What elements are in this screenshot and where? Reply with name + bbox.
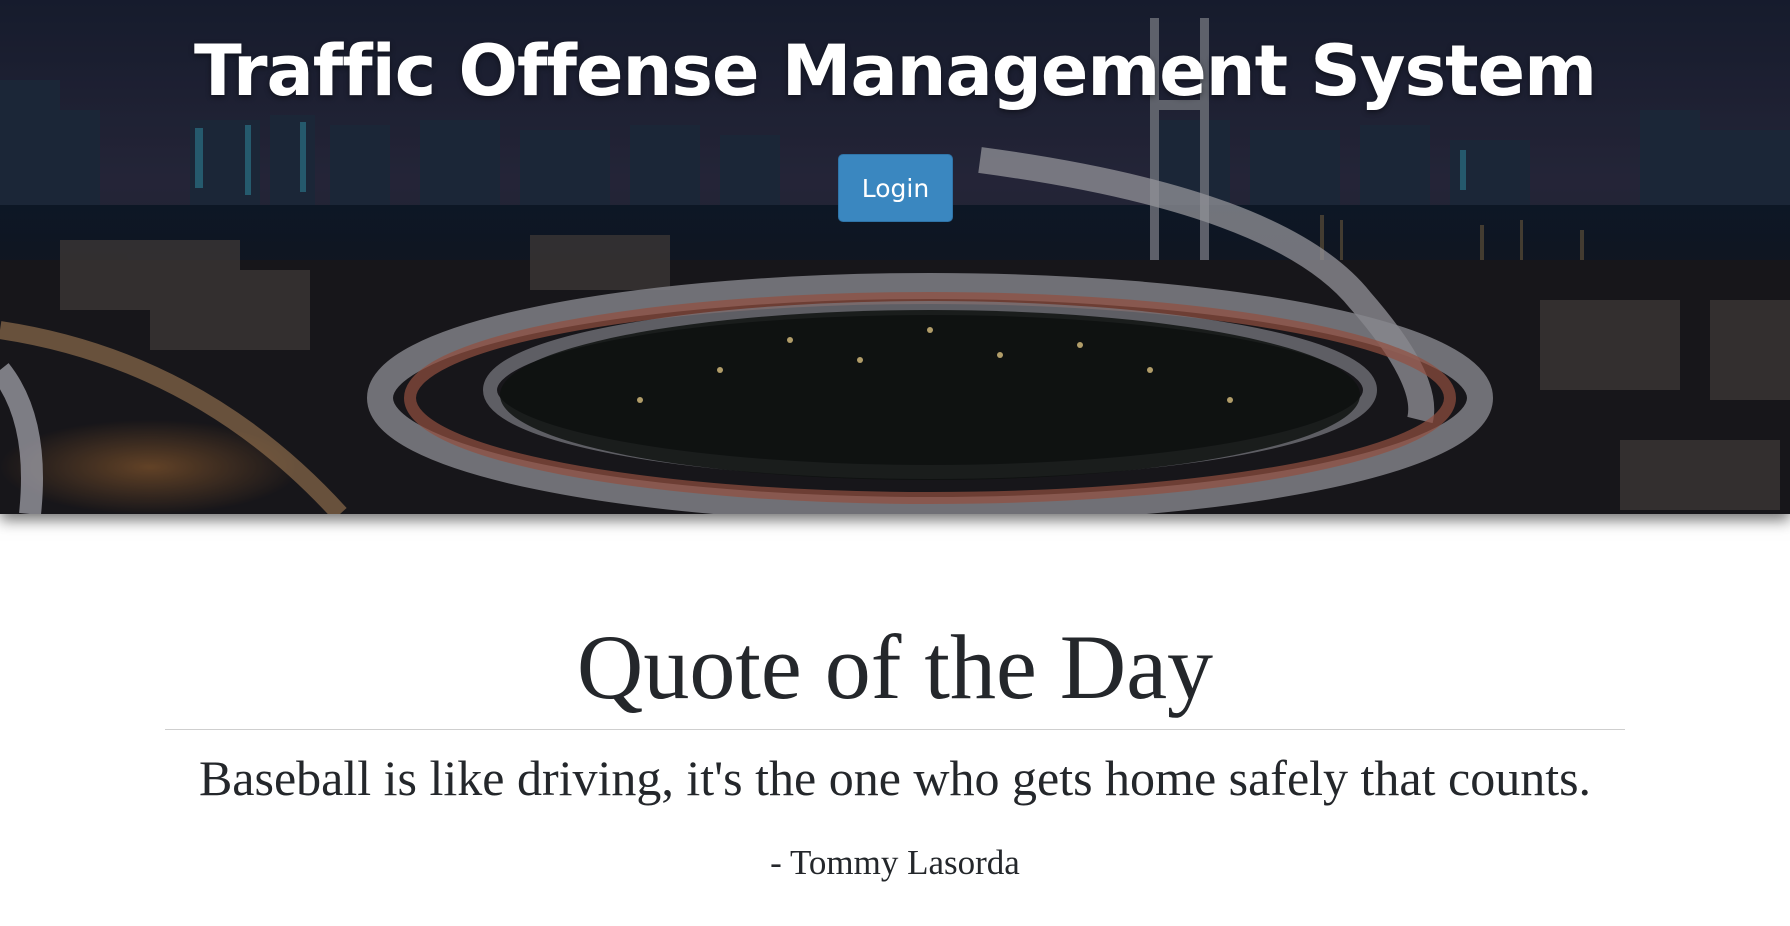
page: Traffic Offense Management System Login … — [0, 0, 1790, 926]
divider — [165, 729, 1625, 730]
quote-heading: Quote of the Day — [576, 616, 1214, 718]
site-title: Traffic Offense Management System — [193, 30, 1597, 112]
login-button[interactable]: Login — [838, 154, 953, 222]
quote-author: - Tommy Lasorda — [770, 843, 1020, 882]
quote-of-the-day-section: Quote of the Day Baseball is like drivin… — [0, 514, 1790, 926]
hero-banner: Traffic Offense Management System Login — [0, 0, 1790, 514]
quote-text: Baseball is like driving, it's the one w… — [198, 750, 1592, 806]
